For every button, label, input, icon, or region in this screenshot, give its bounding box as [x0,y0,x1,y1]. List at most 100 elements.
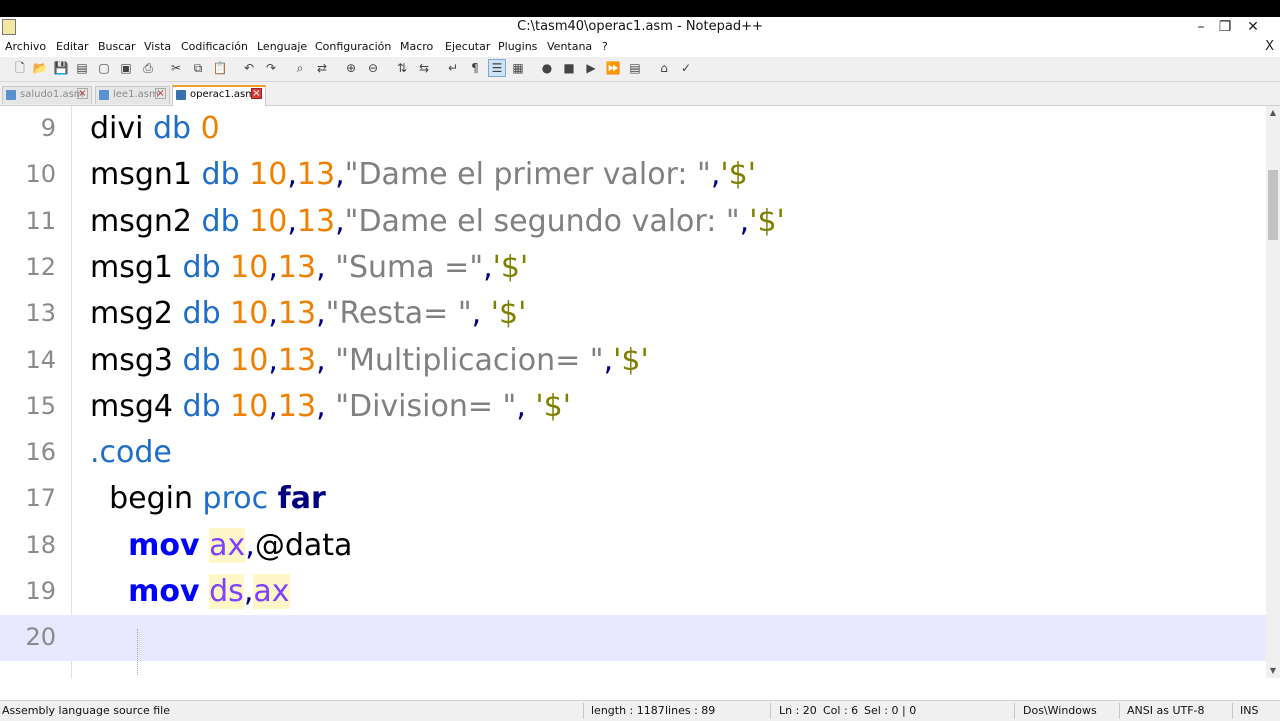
menu-ventana[interactable]: Ventana [547,40,592,53]
undo-icon[interactable]: ↶ [241,60,257,76]
status-lines: lines : 89 [665,704,716,717]
replace-icon[interactable]: ⇄ [314,60,330,76]
restore-button[interactable]: ❐ [1212,17,1238,37]
sync-vertical-icon[interactable]: ⇅ [394,60,410,76]
cut-icon[interactable]: ✂ [168,60,184,76]
close-file-icon[interactable]: ▢ [96,60,112,76]
token-ident [326,389,336,424]
token-ident: msg4 [90,388,173,424]
scrollbar-thumb[interactable] [1268,170,1278,240]
save-icon[interactable]: 💾 [53,60,69,76]
close-document-icon[interactable]: X [1265,39,1274,54]
vertical-scrollbar[interactable]: ▲ ▼ [1266,106,1280,678]
word-wrap-icon[interactable]: ↵ [445,60,461,76]
paste-icon[interactable]: 📋 [212,60,228,76]
token-op: , [268,388,278,424]
status-divider [1014,703,1015,719]
code-line[interactable]: 13 msg2 db 10,13,"Resta= ", '$' [0,291,1266,337]
indent-guide-icon[interactable]: ☰ [488,59,506,77]
token-ident: msg1 [90,249,173,285]
new-file-icon[interactable]: 🗋 [12,60,28,76]
status-encoding[interactable]: ANSI as UTF-8 [1127,704,1205,717]
code-line[interactable]: 12 msg1 db 10,13, "Suma =",'$' [0,245,1266,291]
zoom-in-icon[interactable]: ⊕ [343,60,359,76]
code-line[interactable]: 20 [0,615,1266,662]
token-ident [193,481,203,516]
token-ident [268,481,278,516]
redo-icon[interactable]: ↷ [263,60,279,76]
show-all-chars-icon[interactable]: ¶ [467,60,483,76]
zoom-out-icon[interactable]: ⊖ [365,60,381,76]
token-str: "Resta= " [325,296,472,332]
token-ident [221,296,231,331]
scroll-down-icon[interactable]: ▼ [1266,664,1280,678]
spell-check-icon[interactable]: ✓ [678,60,694,76]
token-ident [191,111,201,146]
tab-saludo1[interactable]: saludo1.asm × [2,86,92,104]
token-num: 10 [230,342,269,378]
code-line[interactable]: 9 divi db 0 [0,106,1266,152]
status-eol[interactable]: Dos\Windows [1023,704,1097,717]
save-macro-icon[interactable]: ▤ [627,60,643,76]
menu-archivo[interactable]: Archivo [5,40,46,53]
token-ident [526,389,536,424]
close-window-button[interactable]: ✕ [1240,17,1266,37]
code-line[interactable]: 14 msg3 db 10,13, "Multiplicacion= ",'$' [0,338,1266,384]
code-line[interactable]: 19 mov ds,ax [0,569,1266,615]
launch-browser-icon[interactable]: ⌂ [656,60,672,76]
token-op: , [316,249,326,285]
play-multiple-icon[interactable]: ⏩ [605,60,621,76]
token-kw: db [201,157,240,193]
tab-close-icon[interactable]: × [155,88,166,99]
token-kw: proc [202,481,269,517]
menu-vista[interactable]: Vista [144,40,171,53]
token-op: , [316,296,326,332]
status-mode[interactable]: INS [1240,704,1258,717]
code-editor[interactable]: 9 divi db 0 10 msgn1 db 10,13,"Dame el prim… [0,106,1266,678]
user-lang-icon[interactable]: ▦ [510,60,526,76]
minimize-button[interactable]: – [1188,17,1214,37]
save-all-icon[interactable]: ▤ [74,60,90,76]
code-text: .code [90,435,172,470]
status-divider [770,703,771,719]
menu-editar[interactable]: Editar [56,40,89,53]
scroll-up-icon[interactable]: ▲ [1266,106,1280,120]
open-file-icon[interactable]: 📂 [32,60,48,76]
menu-buscar[interactable]: Buscar [98,40,136,53]
token-ident: begin [109,481,193,517]
token-ident [200,574,210,609]
code-text: msgn1 db 10,13,"Dame el primer valor: ",… [90,157,756,192]
line-number: 9 [40,114,56,142]
copy-icon[interactable]: ⧉ [190,60,206,76]
document-tabs: saludo1.asm × lee1.asm × operac1.asm × [0,82,1280,106]
menu-macro[interactable]: Macro [400,40,433,53]
status-bar: Assembly language source file length : 1… [0,700,1280,721]
file-icon [176,90,186,100]
menu-lenguaje[interactable]: Lenguaje [257,40,307,53]
menu-plugins[interactable]: Plugins [498,40,537,53]
menu-ejecutar[interactable]: Ejecutar [445,40,490,53]
code-line[interactable]: 18 mov ax,@data [0,523,1266,569]
code-line[interactable]: 11 msgn2 db 10,13,"Dame el segundo valor:… [0,199,1266,245]
print-icon[interactable]: ⎙ [140,60,156,76]
tab-close-icon[interactable]: × [251,88,262,99]
sync-horizontal-icon[interactable]: ⇆ [416,60,432,76]
tab-lee1[interactable]: lee1.asm × [95,86,170,104]
tab-close-icon[interactable]: × [77,88,88,99]
find-icon[interactable]: ⌕ [292,60,308,76]
file-icon [99,90,109,100]
stop-macro-icon[interactable]: ■ [561,60,577,76]
tab-operac1[interactable]: operac1.asm × [172,85,266,106]
menu-codificacion[interactable]: Codificación [181,40,248,53]
record-macro-icon[interactable]: ● [539,60,555,76]
code-line[interactable]: 10 msgn1 db 10,13,"Dame el primer valor: … [0,152,1266,198]
status-length: length : 1187 [591,704,665,717]
code-line[interactable]: 16 .code [0,430,1266,476]
play-macro-icon[interactable]: ▶ [583,60,599,76]
token-ch: '$' [490,296,527,332]
menu-configuracion[interactable]: Configuración [315,40,391,53]
close-all-icon[interactable]: ▣ [118,60,134,76]
code-line[interactable]: 15 msg4 db 10,13, "Division= ", '$' [0,384,1266,430]
menu-help[interactable]: ? [602,40,608,53]
code-line[interactable]: 17 begin proc far [0,476,1266,522]
